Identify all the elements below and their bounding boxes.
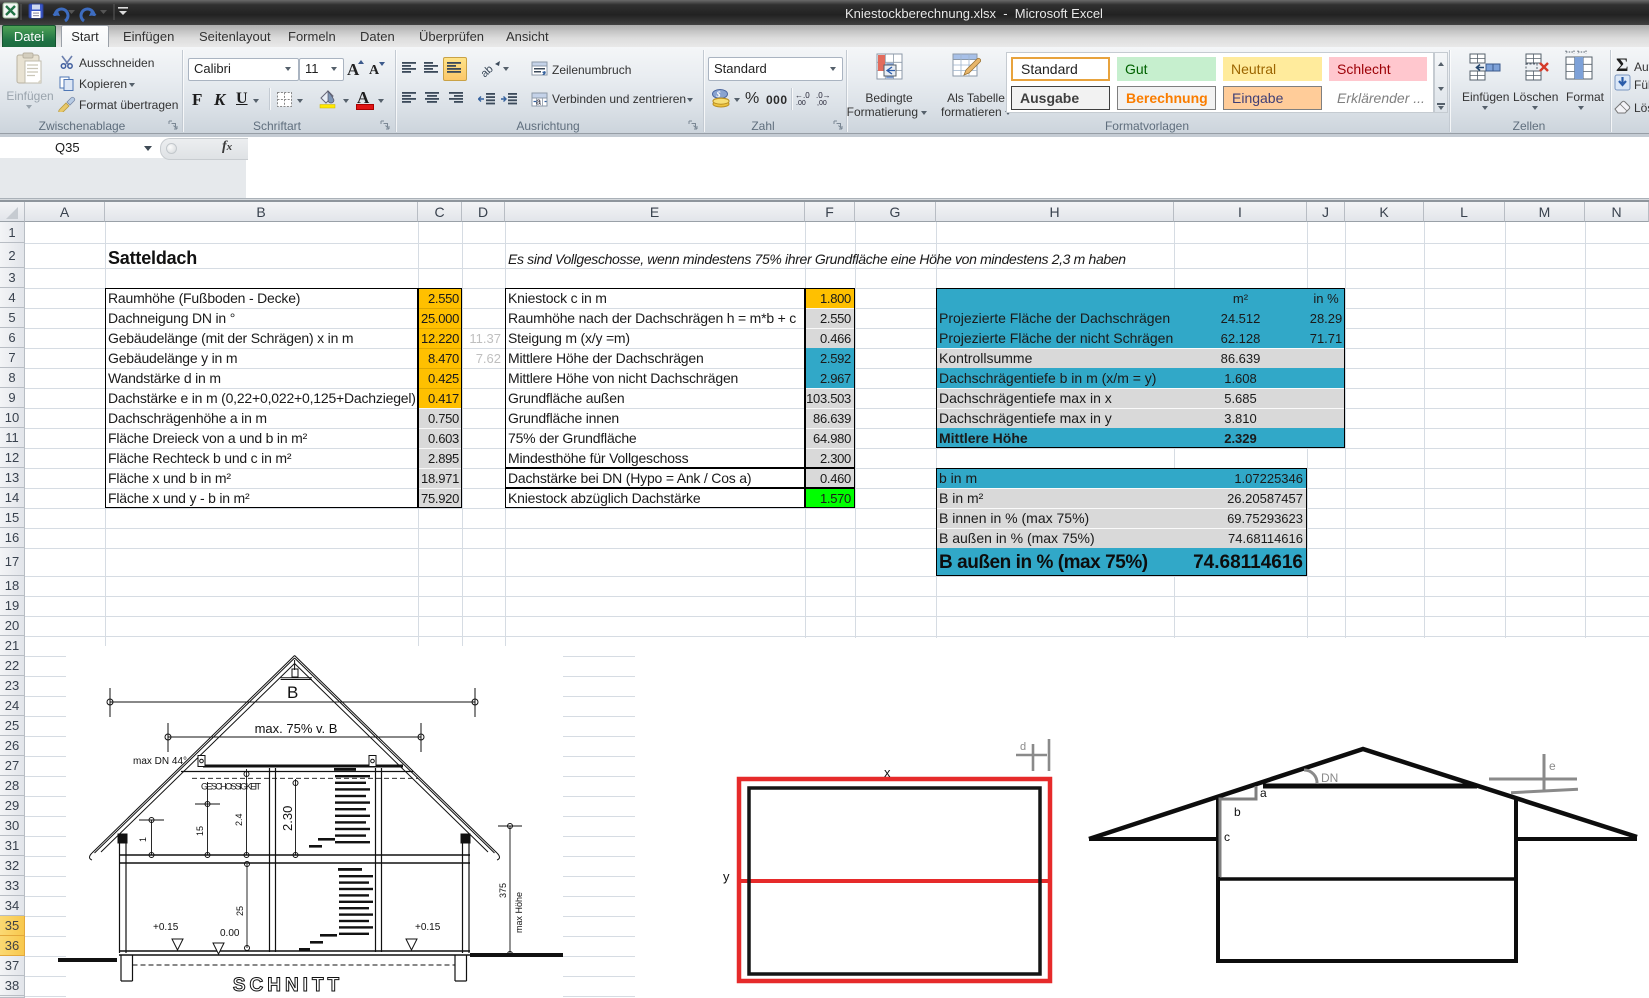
svg-text:y: y (723, 869, 730, 884)
svg-text:max Höhe: max Höhe (514, 892, 524, 933)
svg-text:ab: ab (479, 63, 496, 78)
svg-text:a: a (1260, 786, 1267, 800)
svg-text:SCHNITT: SCHNITT (233, 975, 343, 996)
svg-text:e: e (1549, 759, 1556, 773)
svg-text:x: x (884, 765, 891, 780)
svg-text:375: 375 (498, 883, 508, 898)
svg-text:,00: ,00 (817, 100, 827, 106)
svg-text:2.4: 2.4 (234, 813, 244, 826)
svg-text:a: a (536, 97, 541, 107)
svg-text:25: 25 (235, 906, 245, 916)
svg-text:+0.15: +0.15 (153, 922, 179, 933)
svg-text:GESCHOSSIGKEIT: GESCHOSSIGKEIT (201, 782, 262, 792)
svg-text:.0→: .0→ (816, 91, 831, 100)
svg-text:0.00: 0.00 (220, 928, 240, 939)
svg-text:+0.15: +0.15 (415, 922, 441, 933)
svg-text:2.30: 2.30 (280, 806, 295, 831)
svg-text:max. 75% v. B: max. 75% v. B (255, 721, 338, 736)
svg-text:c: c (1224, 830, 1230, 844)
svg-text:←.0: ←.0 (795, 91, 810, 100)
svg-text:.00: .00 (796, 100, 806, 106)
svg-text:1: 1 (138, 837, 148, 842)
svg-text:DN: DN (1321, 771, 1338, 785)
svg-text:b: b (1234, 805, 1241, 819)
svg-text:B: B (287, 683, 298, 702)
svg-text:15: 15 (195, 826, 205, 836)
svg-text:max DN 44°: max DN 44° (133, 756, 187, 767)
svg-text:d: d (1020, 741, 1026, 753)
